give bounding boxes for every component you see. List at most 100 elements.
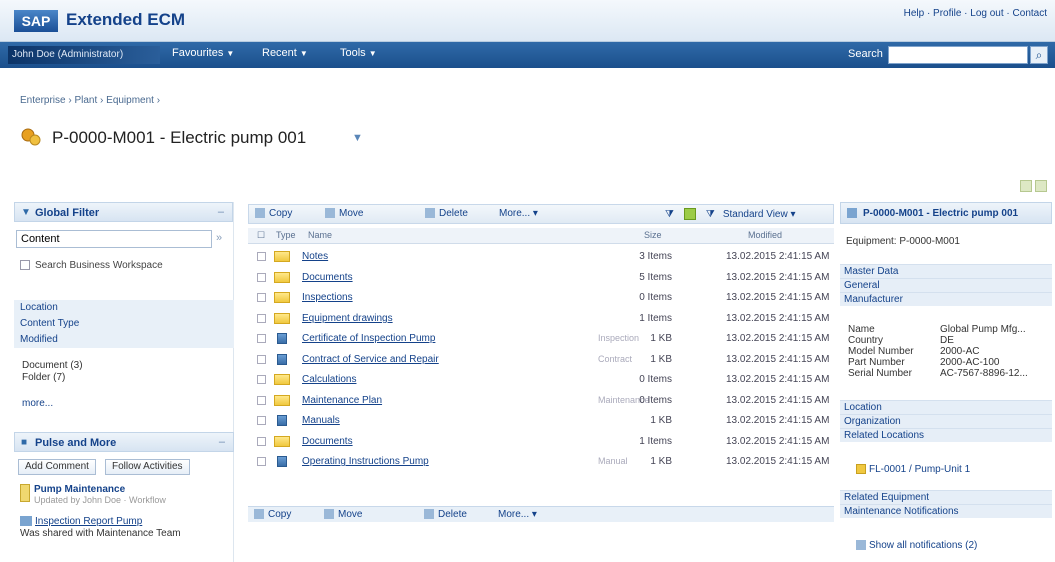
table-row[interactable]: Notes 3 Items 13.02.2015 2:41:15 AM xyxy=(248,248,834,266)
facet-content-type[interactable]: Content Type xyxy=(14,316,234,332)
add-comment-button[interactable]: Add Comment xyxy=(18,459,96,475)
section-related-locations[interactable]: Related Locations xyxy=(840,428,1052,442)
col-size[interactable]: Size xyxy=(644,230,662,240)
section-related-equipment[interactable]: Related Equipment xyxy=(840,490,1052,504)
more-link[interactable]: more... xyxy=(22,398,53,409)
section-maintenance-notifications[interactable]: Maintenance Notifications xyxy=(840,504,1052,518)
section-location[interactable]: Location xyxy=(840,400,1052,414)
filter-panel-header[interactable]: ▼ Global Filter – xyxy=(14,202,233,222)
section-general[interactable]: General xyxy=(840,278,1052,292)
table-row[interactable]: Documents 5 Items 13.02.2015 2:41:15 AM xyxy=(248,269,834,287)
row-size: 0 Items xyxy=(639,374,672,385)
pulse-panel-title: Pulse and More xyxy=(35,437,117,449)
row-name[interactable]: Operating Instructions Pump xyxy=(302,456,429,467)
row-checkbox[interactable] xyxy=(257,252,266,261)
col-modified[interactable]: Modified xyxy=(748,230,782,240)
row-modified: 13.02.2015 2:41:15 AM xyxy=(726,312,830,324)
copy-icon xyxy=(254,509,264,520)
table-row[interactable]: Inspections 0 Items 13.02.2015 2:41:15 AM xyxy=(248,289,834,307)
search-workspace-option[interactable]: Search Business Workspace xyxy=(20,260,163,271)
row-name[interactable]: Certificate of Inspection Pump xyxy=(302,333,435,344)
row-name[interactable]: Manuals xyxy=(302,415,340,426)
breadcrumb[interactable]: Enterprise › Plant › Equipment › xyxy=(20,95,160,106)
header-links[interactable]: Help · Profile · Log out · Contact xyxy=(904,8,1047,19)
document-icon xyxy=(277,456,287,467)
row-checkbox[interactable] xyxy=(257,436,266,446)
notifications-link[interactable]: Show all notifications (2) xyxy=(856,540,977,551)
delete-button[interactable]: Delete xyxy=(425,208,468,219)
row-checkbox[interactable] xyxy=(257,272,266,282)
table-row[interactable]: Equipment drawings 1 Items 13.02.2015 2:41… xyxy=(248,310,834,328)
search-icon[interactable]: ⌕ xyxy=(1030,46,1048,64)
row-name[interactable]: Notes xyxy=(302,251,328,262)
view-select[interactable]: Standard View ▾ xyxy=(723,209,796,220)
layout-icon[interactable] xyxy=(1020,180,1032,192)
row-checkbox[interactable] xyxy=(257,334,266,343)
row-modified: 13.02.2015 2:41:15 AM xyxy=(726,415,830,426)
nav-favourites[interactable]: Favourites ▼ xyxy=(172,47,234,59)
row-name[interactable]: Calculations xyxy=(302,374,356,385)
col-name[interactable]: Name xyxy=(308,230,332,240)
col-type[interactable]: Type xyxy=(276,230,296,240)
funnel-icon[interactable]: ⧩ xyxy=(706,209,715,220)
row-name[interactable]: Maintenance Plan xyxy=(302,395,382,406)
row-description: Manual xyxy=(598,456,628,466)
section-master-data[interactable]: Master Data xyxy=(840,264,1052,278)
search-input[interactable] xyxy=(888,46,1028,64)
facet-value[interactable]: Document (3) xyxy=(22,360,83,372)
facet-modified[interactable]: Modified xyxy=(14,332,234,348)
table-row[interactable]: Documents 1 Items 13.02.2015 2:41:15 AM xyxy=(248,433,834,451)
add-icon[interactable] xyxy=(683,208,696,220)
collapse-icon[interactable]: – xyxy=(218,206,224,218)
section-organization[interactable]: Organization xyxy=(840,414,1052,428)
checkbox[interactable] xyxy=(20,260,30,271)
move-button[interactable]: Move xyxy=(324,509,362,520)
facet-value[interactable]: Folder (7) xyxy=(22,372,83,384)
table-row[interactable]: Maintenance Plan Maintenance 0 Items 13.02.… xyxy=(248,392,834,410)
more-button[interactable]: More... ▾ xyxy=(498,509,537,520)
row-name[interactable]: Inspections xyxy=(302,292,353,303)
section-manufacturer[interactable]: Manufacturer xyxy=(840,292,1052,306)
row-checkbox[interactable] xyxy=(257,375,266,384)
filter-input[interactable] xyxy=(16,230,212,248)
nav-recent[interactable]: Recent ▼ xyxy=(262,47,308,59)
filter-icon[interactable]: ⧩ xyxy=(665,209,674,220)
collapse-icon[interactable]: – xyxy=(219,436,225,448)
pulse-item[interactable]: Inspection Report Pump Was shared with M… xyxy=(20,516,230,540)
row-checkbox[interactable] xyxy=(257,416,266,425)
pulse-panel-header[interactable]: ■ Pulse and More – xyxy=(14,432,234,452)
row-checkbox[interactable] xyxy=(257,313,266,323)
row-name[interactable]: Equipment drawings xyxy=(302,313,393,324)
row-name[interactable]: Documents xyxy=(302,436,353,447)
copy-button[interactable]: Copy xyxy=(254,509,291,520)
table-row[interactable]: Calculations 0 Items 13.02.2015 2:41:15 AM xyxy=(248,371,834,389)
user-menu[interactable]: John Doe (Administrator) xyxy=(8,46,160,64)
select-all-checkbox[interactable]: ☐ xyxy=(257,230,265,241)
table-row[interactable]: Certificate of Inspection Pump Inspection… xyxy=(248,330,834,348)
copy-button[interactable]: Copy xyxy=(255,208,292,219)
facet-location[interactable]: Location xyxy=(14,300,234,316)
more-button[interactable]: More... ▾ xyxy=(499,208,538,219)
table-row[interactable]: Contract of Service and Repair Contract 1 … xyxy=(248,351,834,369)
follow-activities-button[interactable]: Follow Activities xyxy=(104,459,190,475)
move-button[interactable]: Move xyxy=(325,208,363,219)
row-name[interactable]: Contract of Service and Repair xyxy=(302,354,439,365)
delete-button[interactable]: Delete xyxy=(424,509,467,520)
pulse-item[interactable]: Pump Maintenance Updated by John Doe · W… xyxy=(20,484,230,505)
row-name[interactable]: Documents xyxy=(302,272,353,283)
attribute-row: Name Global Pump Mfg... xyxy=(848,324,1026,335)
related-location-link[interactable]: FL-0001 / Pump-Unit 1 xyxy=(856,464,970,475)
navigation-bar: John Doe (Administrator) Favourites ▼ Rec… xyxy=(0,42,1055,68)
chevron-down-icon[interactable]: ▼ xyxy=(352,132,363,144)
table-row[interactable]: Operating Instructions Pump Manual 1 KB 13.… xyxy=(248,453,834,471)
row-checkbox[interactable] xyxy=(257,354,266,364)
settings-icon[interactable] xyxy=(1035,180,1047,192)
row-checkbox[interactable] xyxy=(257,395,266,405)
row-checkbox[interactable] xyxy=(257,293,266,302)
pulse-item-link[interactable]: Inspection Report Pump xyxy=(35,516,142,527)
filter-go-icon[interactable]: » xyxy=(216,232,222,244)
table-row[interactable]: Manuals 1 KB 13.02.2015 2:41:15 AM xyxy=(248,412,834,430)
nav-tools[interactable]: Tools ▼ xyxy=(340,47,377,59)
row-checkbox[interactable] xyxy=(257,457,266,466)
filter-panel-title: Global Filter xyxy=(35,207,100,219)
